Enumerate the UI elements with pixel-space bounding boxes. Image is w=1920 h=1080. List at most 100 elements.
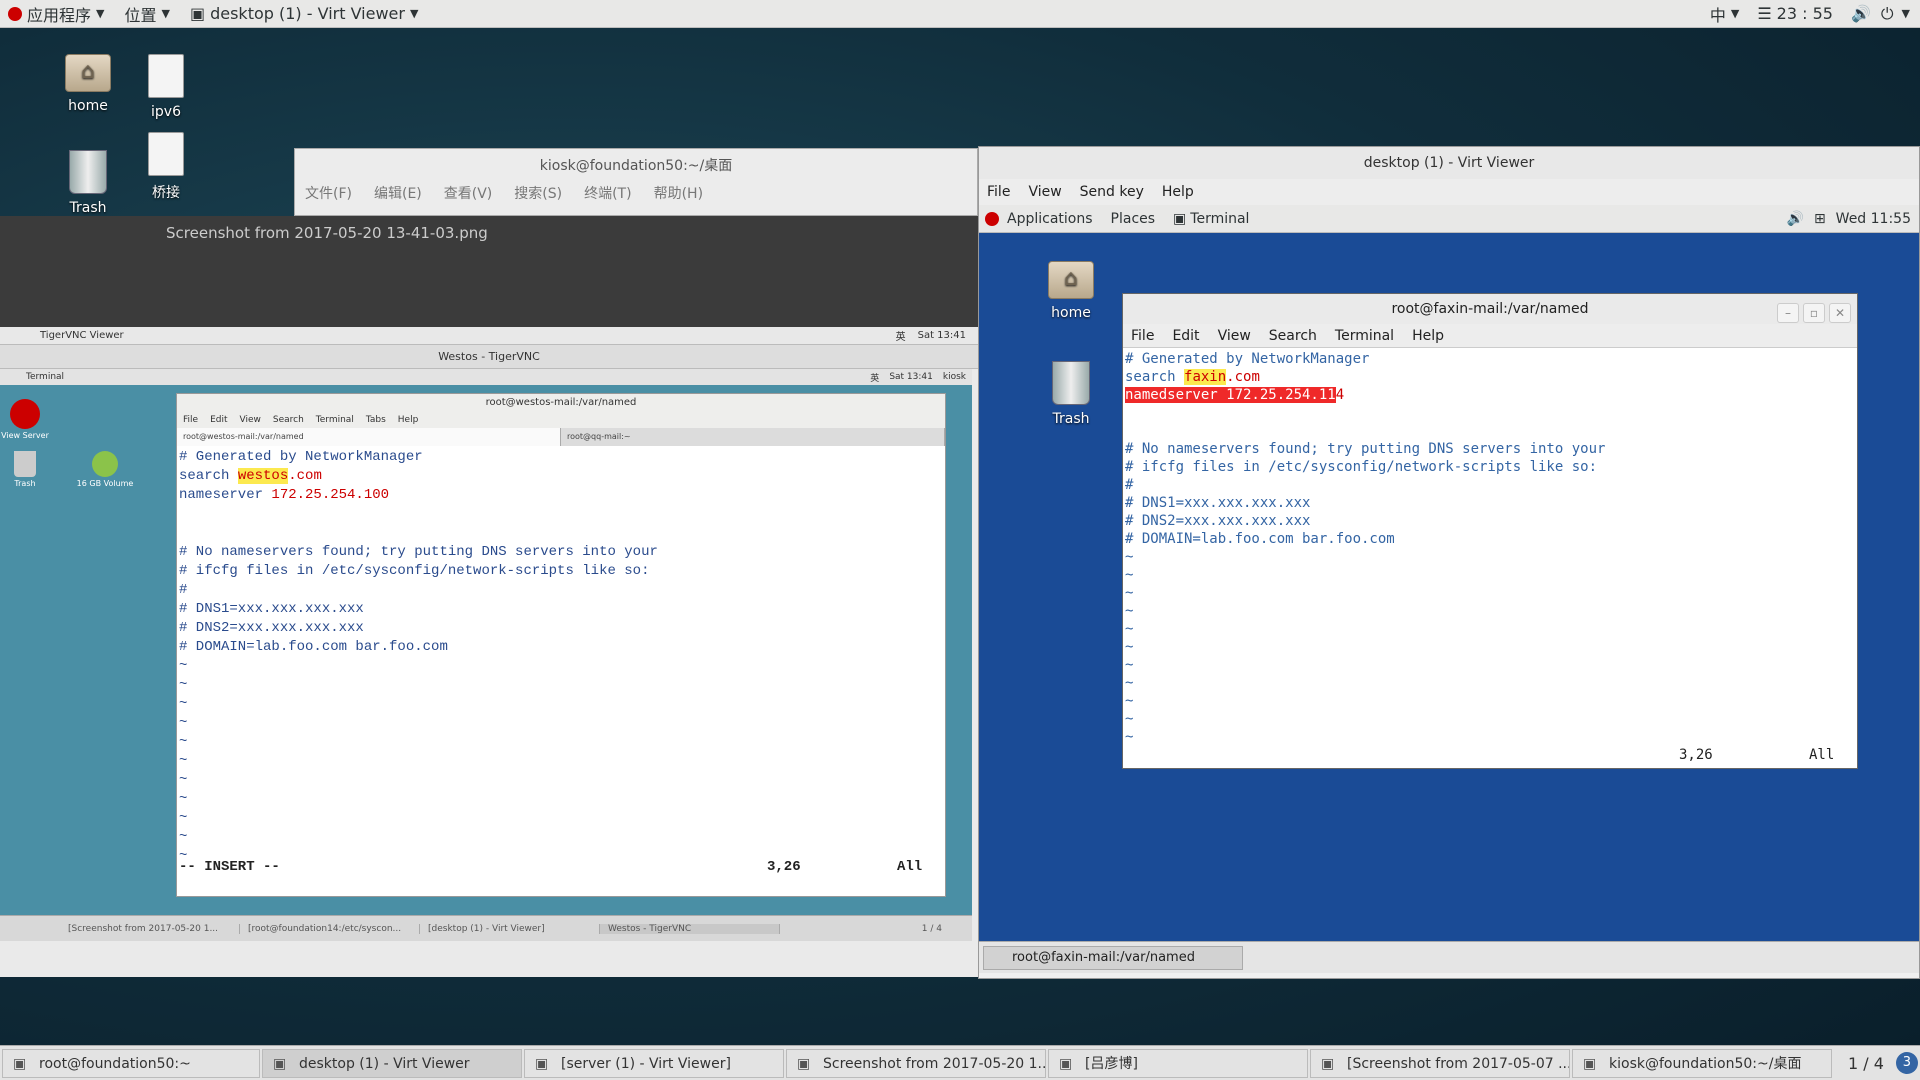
menu-search[interactable]: 搜索(S) — [514, 183, 562, 203]
vnc-terminal-tabs: root@westos-mail:/var/named root@qq-mail… — [177, 428, 945, 446]
menu-view[interactable]: View — [1218, 328, 1251, 344]
menu-edit[interactable]: Edit — [1172, 328, 1199, 344]
menu-edit[interactable]: 编辑(E) — [374, 183, 422, 203]
vnc-top-bar: TigerVNC Viewer 英 Sat 13:41 — [0, 327, 978, 345]
notification-icon[interactable]: 3 — [1895, 1052, 1918, 1074]
guest-terminal-label[interactable]: Terminal — [1190, 211, 1249, 227]
guest-icon-trash[interactable]: Trash — [1021, 361, 1121, 427]
menu-view[interactable]: View — [1028, 184, 1061, 200]
trash-icon — [69, 150, 107, 194]
menu-file[interactable]: 文件(F) — [305, 183, 352, 203]
vnc-icon-volume[interactable]: 16 GB Volume — [70, 451, 140, 488]
vnc-icon-trash[interactable]: Trash — [0, 451, 50, 488]
menu-icon: ☰ — [1757, 4, 1772, 23]
guest-applications-menu[interactable]: Applications — [1007, 211, 1093, 227]
guest-terminal-content[interactable]: # Generated by NetworkManager search fax… — [1123, 348, 1857, 768]
menu-file[interactable]: File — [987, 184, 1010, 200]
network-icon[interactable]: ⊞ — [1814, 211, 1826, 227]
menu-file[interactable]: File — [183, 415, 198, 425]
menu-terminal[interactable]: Terminal — [1335, 328, 1394, 344]
vnc-guest-top-bar: Terminal 英 Sat 13:41 kiosk — [0, 369, 972, 385]
volume-icon[interactable]: 🔊 — [1851, 4, 1871, 23]
workspace-pager[interactable]: 1 / 4 — [1848, 1054, 1884, 1073]
menu-edit[interactable]: Edit — [210, 415, 227, 425]
guest-terminal-menu: File Edit View Search Terminal Help — [1123, 324, 1857, 348]
task-lvyanbo[interactable]: [吕彦博] — [1048, 1048, 1308, 1078]
menu-help[interactable]: Help — [398, 415, 419, 425]
menu-help[interactable]: Help — [1412, 328, 1444, 344]
battery-icon[interactable]: ⏻ — [1881, 4, 1894, 24]
menu-view[interactable]: 查看(V) — [444, 183, 493, 203]
tab-qq-mail[interactable]: root@qq-mail:~ — [561, 428, 945, 446]
vnc-task-1[interactable]: [Screenshot from 2017-05-20 1... — [60, 923, 240, 934]
screenshot-viewer-overlay: Screenshot from 2017-05-20 13-41-03.png — [0, 216, 978, 327]
guest-taskbar: root@faxin-mail:/var/named — [979, 941, 1919, 973]
vnc-taskbar: [Screenshot from 2017-05-20 1... [root@f… — [0, 915, 972, 941]
virt-viewer-window[interactable]: desktop (1) - Virt Viewer File View Send… — [978, 146, 1920, 979]
task-desktop-virt-viewer[interactable]: desktop (1) - Virt Viewer — [262, 1048, 522, 1078]
desktop-icon-bridge[interactable]: 桥接 — [116, 132, 216, 202]
vnc-terminal-content[interactable]: # Generated by NetworkManager search wes… — [177, 446, 945, 878]
menu-file[interactable]: File — [1131, 328, 1154, 344]
vnc-app-menu[interactable]: TigerVNC Viewer — [40, 330, 124, 341]
vnc-clock: Sat 13:41 — [917, 330, 966, 341]
host-taskbar: root@foundation50:~ desktop (1) - Virt V… — [0, 1045, 1920, 1080]
guest-places-menu[interactable]: Places — [1111, 211, 1156, 227]
ime-indicator[interactable]: 中 ▼ — [1710, 2, 1739, 26]
menu-tabs[interactable]: Tabs — [366, 415, 386, 425]
vnc-guest-terminal-label[interactable]: Terminal — [26, 372, 64, 382]
guest-task-terminal[interactable]: root@faxin-mail:/var/named — [983, 946, 1243, 970]
active-window-menu[interactable]: ▣ desktop (1) - Virt Viewer ▼ — [190, 4, 418, 23]
menu-terminal[interactable]: 终端(T) — [584, 183, 631, 203]
menu-help[interactable]: 帮助(H) — [654, 183, 703, 203]
menu-send-key[interactable]: Send key — [1080, 184, 1144, 200]
task-kiosk-terminal[interactable]: kiosk@foundation50:~/桌面 — [1572, 1048, 1832, 1078]
menu-search[interactable]: Search — [1269, 328, 1317, 344]
minimize-icon[interactable]: – — [1777, 303, 1799, 323]
file-icon — [148, 54, 184, 98]
task-server-virt-viewer[interactable]: [server (1) - Virt Viewer] — [524, 1048, 784, 1078]
task-screenshot-1[interactable]: Screenshot from 2017-05-20 1... — [786, 1048, 1046, 1078]
vnc-pager[interactable]: 1 / 4 — [922, 924, 942, 934]
vnc-guest-user[interactable]: kiosk — [943, 372, 966, 382]
file-icon — [148, 132, 184, 176]
vnc-guest-ime[interactable]: 英 — [870, 371, 879, 384]
vnc-task-2[interactable]: [root@foundation14:/etc/syscon... — [240, 923, 420, 934]
vnc-terminal-window[interactable]: root@westos-mail:/var/named File Edit Vi… — [176, 393, 946, 897]
tigervnc-region[interactable]: TigerVNC Viewer 英 Sat 13:41 Westos - Tig… — [0, 327, 978, 977]
task-screenshot-2[interactable]: [Screenshot from 2017-05-07 ... — [1310, 1048, 1570, 1078]
system-menu[interactable]: ▼ — [1902, 7, 1910, 20]
close-icon[interactable]: ✕ — [1829, 303, 1851, 323]
desktop-icon-ipv6[interactable]: ipv6 — [116, 54, 216, 120]
clock[interactable]: ☰ 23 : 55 — [1757, 4, 1833, 23]
redhat-icon — [8, 6, 22, 21]
places-menu[interactable]: 位置 ▼ — [124, 2, 169, 26]
menu-help[interactable]: Help — [1162, 184, 1194, 200]
vnc-icon-view-server[interactable]: View Server — [0, 399, 50, 440]
trash-icon — [1052, 361, 1090, 405]
tab-westos-mail[interactable]: root@westos-mail:/var/named — [177, 428, 561, 446]
host-terminal-window[interactable]: kiosk@foundation50:~/桌面 文件(F) 编辑(E) 查看(V… — [294, 148, 978, 216]
menu-view[interactable]: View — [240, 415, 261, 425]
task-root-foundation[interactable]: root@foundation50:~ — [2, 1048, 260, 1078]
volume-icon[interactable]: 🔊 — [1787, 211, 1804, 227]
vnc-task-3[interactable]: [desktop (1) - Virt Viewer] — [420, 923, 600, 934]
applications-menu[interactable]: 应用程序 ▼ — [8, 2, 104, 26]
vnc-task-4[interactable]: Westos - TigerVNC — [600, 923, 780, 934]
trash-icon — [14, 451, 36, 477]
vnc-guest-clock: Sat 13:41 — [889, 372, 933, 382]
guest-vim-pos: 3,26 — [1679, 747, 1713, 763]
vnc-guest-desktop[interactable]: Terminal 英 Sat 13:41 kiosk View Server T… — [0, 369, 972, 941]
folder-icon — [1048, 261, 1094, 299]
guest-icon-home[interactable]: home — [1021, 261, 1121, 321]
guest-desktop[interactable]: home Trash root@faxin-mail:/var/named –▫… — [979, 233, 1919, 941]
guest-clock: Wed 11:55 — [1835, 210, 1911, 227]
menu-search[interactable]: Search — [273, 415, 304, 425]
menu-terminal[interactable]: Terminal — [316, 415, 354, 425]
maximize-icon[interactable]: ▫ — [1803, 303, 1825, 323]
guest-terminal-window[interactable]: root@faxin-mail:/var/named – ▫ ✕ File Edit… — [1122, 293, 1858, 769]
vnc-ime[interactable]: 英 — [896, 328, 906, 343]
vnc-terminal-menu: File Edit View Search Terminal Tabs Help — [177, 412, 945, 428]
virt-viewer-menu: File View Send key Help — [979, 179, 1919, 205]
host-top-bar: 应用程序 ▼ 位置 ▼ ▣ desktop (1) - Virt Viewer ▼ 中 ▼… — [0, 0, 1920, 28]
